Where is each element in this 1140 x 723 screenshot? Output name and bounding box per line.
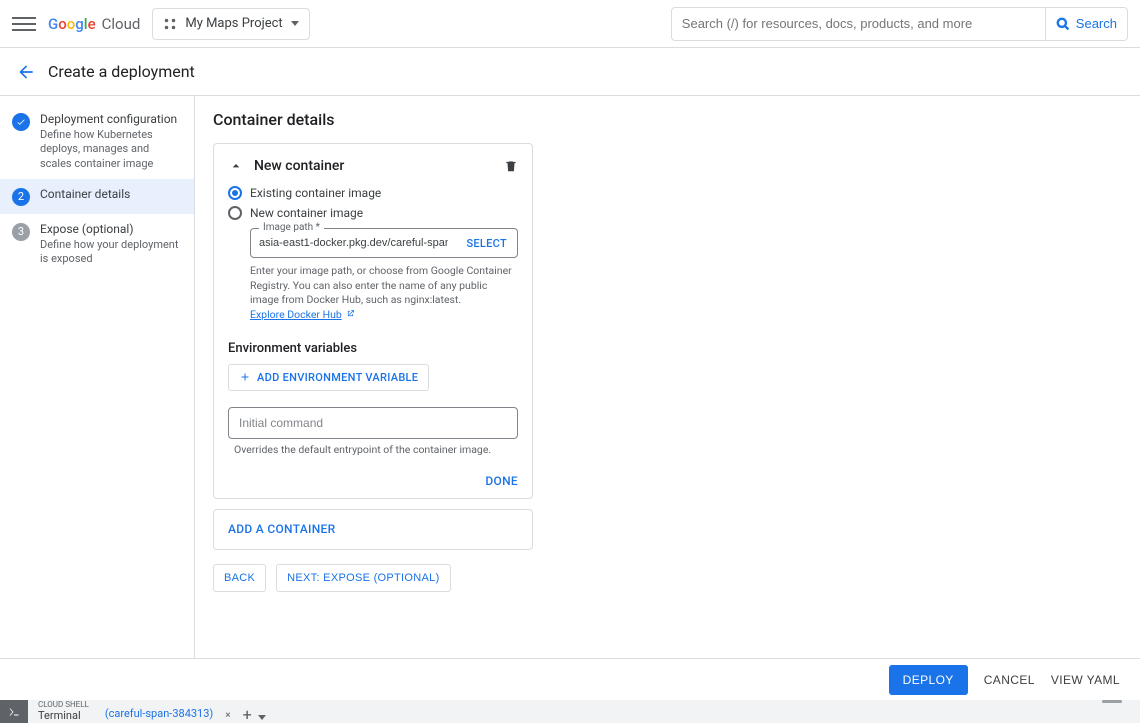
field-label: Image path * <box>259 222 324 233</box>
external-link-icon <box>346 309 355 318</box>
top-bar: Google Cloud My Maps Project Search <box>0 0 1140 48</box>
view-yaml-button[interactable]: VIEW YAML <box>1051 673 1120 687</box>
image-path-helper: Enter your image path, or choose from Go… <box>250 264 518 323</box>
stepper-sidebar: Deployment configuration Define how Kube… <box>0 96 195 658</box>
initial-command-input[interactable] <box>228 407 518 439</box>
select-image-button[interactable]: SELECT <box>456 237 517 250</box>
back-button[interactable]: BACK <box>213 564 266 592</box>
add-env-label: ADD ENVIRONMENT VARIABLE <box>257 371 418 384</box>
container-card: New container Existing container image N… <box>213 143 533 499</box>
body-area: Deployment configuration Define how Kube… <box>0 96 1140 658</box>
deploy-button[interactable]: DEPLOY <box>889 665 968 695</box>
add-container-label: ADD A CONTAINER <box>228 522 335 536</box>
google-cloud-logo[interactable]: Google Cloud <box>48 15 140 33</box>
close-tab-icon[interactable]: × <box>219 710 236 721</box>
cloud-shell-bar: CLOUD SHELL Terminal (careful-span-38431… <box>0 700 1140 723</box>
card-title: New container <box>254 158 494 174</box>
add-container-card[interactable]: ADD A CONTAINER <box>213 509 533 550</box>
step-deployment-config[interactable]: Deployment configuration Define how Kube… <box>0 104 194 179</box>
radio-icon <box>228 186 242 200</box>
shell-dropdown-icon[interactable] <box>258 715 266 720</box>
radio-existing-image[interactable]: Existing container image <box>228 186 518 200</box>
next-button[interactable]: NEXT: EXPOSE (OPTIONAL) <box>276 564 450 592</box>
plus-icon <box>239 371 251 383</box>
search-input[interactable] <box>671 7 1046 41</box>
step-subtitle: Define how Kubernetes deploys, manages a… <box>40 128 182 171</box>
back-arrow-icon[interactable] <box>16 62 36 82</box>
radio-label: Existing container image <box>250 186 381 200</box>
search-wrap: Search <box>671 7 1128 41</box>
explore-docker-hub-link[interactable]: Explore Docker Hub <box>250 308 342 321</box>
cloud-shell-icon[interactable] <box>0 700 28 723</box>
trash-icon[interactable] <box>504 158 518 174</box>
title-bar: Create a deployment <box>0 48 1140 96</box>
radio-new-image[interactable]: New container image <box>228 206 518 220</box>
step-number-icon: 2 <box>12 188 30 206</box>
step-subtitle: Define how your deployment is exposed <box>40 238 182 267</box>
image-path-input[interactable] <box>251 229 456 257</box>
shell-tab[interactable]: (careful-span-384313) <box>99 707 219 723</box>
terminal-label: Terminal <box>38 710 89 722</box>
env-vars-heading: Environment variables <box>228 341 518 356</box>
step-title: Deployment configuration <box>40 112 182 126</box>
step-title: Expose (optional) <box>40 222 182 236</box>
bottom-action-bar: DEPLOY CANCEL VIEW YAML <box>0 658 1140 700</box>
project-name: My Maps Project <box>185 16 282 31</box>
done-button[interactable]: DONE <box>485 474 518 488</box>
step-expose[interactable]: 3 Expose (optional) Define how your depl… <box>0 214 194 275</box>
cancel-button[interactable]: CANCEL <box>984 673 1035 687</box>
step-title: Container details <box>40 187 130 201</box>
check-icon <box>12 113 30 131</box>
initial-command-helper: Overrides the default entrypoint of the … <box>234 443 518 456</box>
search-button[interactable]: Search <box>1046 7 1128 41</box>
page-title: Create a deployment <box>48 62 195 81</box>
section-heading: Container details <box>213 110 1122 129</box>
search-button-label: Search <box>1076 16 1117 31</box>
main-content: Container details New container Existing… <box>195 96 1140 658</box>
image-path-field: Image path * SELECT <box>250 228 518 258</box>
add-env-variable-button[interactable]: ADD ENVIRONMENT VARIABLE <box>228 364 429 391</box>
radio-label: New container image <box>250 206 363 220</box>
hamburger-icon[interactable] <box>12 12 36 36</box>
project-selector[interactable]: My Maps Project <box>152 8 309 40</box>
project-icon <box>163 17 177 31</box>
radio-icon <box>228 206 242 220</box>
new-tab-icon[interactable]: + <box>237 705 258 723</box>
chevron-up-icon[interactable] <box>228 158 244 174</box>
search-icon <box>1056 17 1070 31</box>
step-number-icon: 3 <box>12 223 30 241</box>
chevron-down-icon <box>291 21 299 26</box>
step-container-details[interactable]: 2 Container details <box>0 179 194 214</box>
drag-handle-icon[interactable] <box>1102 700 1122 703</box>
